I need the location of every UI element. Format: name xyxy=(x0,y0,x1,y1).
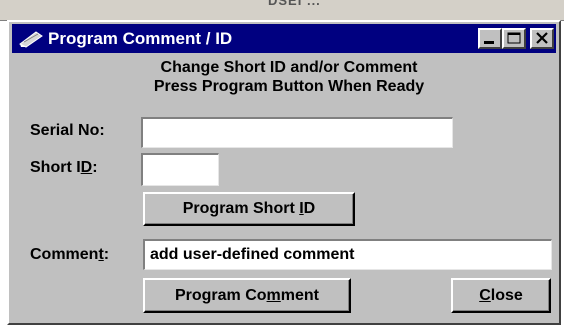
short-id-field[interactable] xyxy=(141,153,219,186)
short-id-label-post: : xyxy=(92,159,98,176)
short-id-label: Short ID: xyxy=(30,159,98,177)
minimize-icon xyxy=(484,41,494,44)
comment-field[interactable]: add user-defined comment xyxy=(143,239,552,270)
close-window-button[interactable] xyxy=(530,28,554,49)
program-comment-button[interactable]: Program Comment xyxy=(143,278,351,313)
title-bar[interactable]: Program Comment / ID xyxy=(12,24,556,53)
close-button[interactable]: Close xyxy=(451,278,551,313)
close-post: lose xyxy=(490,287,523,304)
comment-label: Comment: xyxy=(30,246,109,264)
background-window-title: DSEI ... xyxy=(268,0,321,8)
instruction-line-2: Press Program Button When Ready xyxy=(153,78,425,95)
program-comment-post: ment xyxy=(280,287,320,304)
program-short-id-button[interactable]: Program Short ID xyxy=(143,192,355,226)
program-comment-mnemonic: m xyxy=(266,287,281,304)
maximize-button[interactable] xyxy=(502,28,526,49)
window-title: Program Comment / ID xyxy=(48,29,233,48)
program-short-id-post: D xyxy=(303,200,316,217)
background-window-strip: DSEI ... xyxy=(0,0,564,21)
minimize-button[interactable] xyxy=(478,28,502,49)
close-icon xyxy=(536,32,548,44)
short-id-label-mnemonic: D xyxy=(80,159,93,176)
instruction-line-1: Change Short ID and/or Comment xyxy=(160,59,418,76)
program-comment-pre: Program Co xyxy=(174,287,267,304)
serial-label: Serial No: xyxy=(30,122,105,139)
serial-number-field[interactable] xyxy=(141,117,453,148)
comment-label-post: : xyxy=(103,246,110,263)
close-mnemonic: C xyxy=(479,287,491,304)
comment-label-pre: Commen xyxy=(30,246,99,263)
instructions: Change Short ID and/or Comment Press Pro… xyxy=(99,58,479,96)
program-short-id-pre: Program Short xyxy=(182,200,300,217)
short-id-label-pre: Short I xyxy=(30,159,81,176)
program-comment-dialog: Program Comment / ID Change Short ID and… xyxy=(7,20,561,325)
pencil-icon xyxy=(18,30,44,48)
maximize-icon xyxy=(507,32,521,44)
